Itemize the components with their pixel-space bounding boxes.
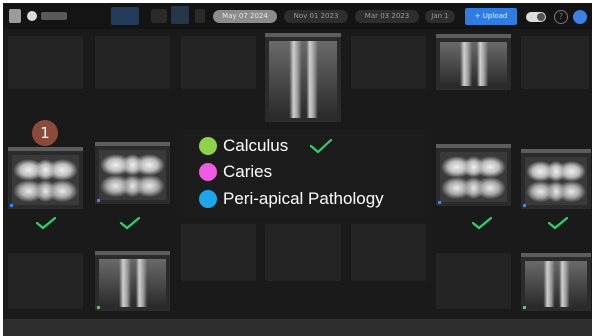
checkmark-icon	[309, 138, 333, 154]
step-number-badge: 1	[32, 120, 58, 146]
xray-thumbnail-periapical[interactable]	[265, 33, 341, 122]
checkmark-icon	[35, 216, 57, 230]
empty-slot[interactable]	[351, 36, 426, 89]
image-marker	[97, 199, 100, 202]
xray-thumbnail-bitewing[interactable]	[521, 149, 591, 209]
image-marker	[523, 204, 526, 207]
legend-label: Caries	[223, 162, 273, 181]
image-marker	[10, 204, 13, 207]
image-marker	[97, 306, 100, 309]
back-arrow-icon[interactable]	[9, 9, 21, 23]
bottom-bar	[3, 319, 592, 336]
adjust-icon[interactable]	[171, 6, 189, 24]
checkmark-icon	[471, 216, 493, 230]
checkmark-icon	[119, 216, 141, 230]
empty-slot[interactable]	[436, 253, 511, 309]
image-marker	[523, 306, 526, 309]
user-avatar[interactable]	[573, 10, 587, 24]
empty-slot[interactable]	[521, 36, 589, 89]
compare-icon[interactable]	[151, 9, 167, 23]
blue-dot-icon	[199, 190, 217, 208]
legend-label: Peri-apical Pathology	[223, 189, 384, 208]
xray-thumbnail-periapical[interactable]	[521, 253, 591, 311]
empty-slot[interactable]	[351, 224, 426, 281]
xray-thumbnail-periapical[interactable]	[436, 34, 511, 90]
green-dot-icon	[199, 137, 217, 155]
empty-slot[interactable]	[95, 36, 170, 89]
empty-slot[interactable]	[8, 253, 83, 309]
image-marker	[438, 201, 441, 204]
layout-grid-icon[interactable]	[111, 7, 139, 25]
checkmark-icon	[547, 216, 569, 230]
xray-viewer: May 07 2024 Nov 01 2023 Mar 03 2023 Jan …	[3, 3, 592, 336]
date-tab-4[interactable]: Jan 1	[425, 10, 455, 23]
date-tab-2[interactable]: Nov 01 2023	[284, 10, 348, 23]
empty-slot[interactable]	[181, 224, 256, 281]
top-toolbar: May 07 2024 Nov 01 2023 Mar 03 2023 Jan …	[3, 3, 592, 29]
xray-thumbnail-bitewing[interactable]	[95, 142, 170, 204]
pink-dot-icon	[199, 163, 217, 181]
upload-button[interactable]: + Upload	[465, 8, 517, 25]
date-tab-3[interactable]: Mar 03 2023	[355, 10, 419, 23]
findings-legend: Calculus Caries Peri-apical Pathology	[183, 129, 425, 217]
help-icon[interactable]: ?	[554, 10, 568, 24]
patient-avatar	[27, 11, 37, 21]
xray-thumbnail-bitewing[interactable]	[8, 147, 83, 209]
patient-name	[41, 12, 67, 20]
empty-slot[interactable]	[8, 36, 83, 89]
more-icon[interactable]	[195, 9, 205, 23]
empty-slot[interactable]	[181, 36, 256, 89]
xray-thumbnail-bitewing[interactable]	[436, 144, 511, 206]
xray-thumbnail-periapical[interactable]	[95, 251, 170, 311]
date-tab-1[interactable]: May 07 2024	[213, 10, 277, 23]
empty-slot[interactable]	[265, 224, 341, 281]
legend-label: Calculus	[223, 136, 289, 155]
view-toggle[interactable]	[526, 12, 546, 22]
